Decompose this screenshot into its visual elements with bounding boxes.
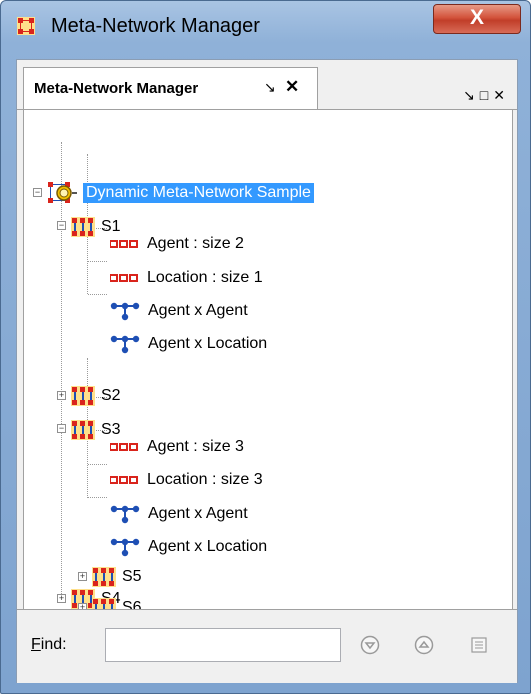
find-bar: Find: (17, 609, 517, 683)
tree-root-label: Dynamic Meta-Network Sample (83, 183, 314, 203)
pin-icon[interactable]: ↘ (264, 79, 276, 96)
list-icon[interactable] (468, 634, 490, 656)
tree-node-s5[interactable]: S5 (92, 563, 142, 591)
up-arrow-circle-icon[interactable] (413, 634, 435, 656)
nodeset-icon (110, 443, 138, 451)
find-label: Find: (31, 636, 67, 653)
find-input[interactable] (105, 628, 341, 662)
window-title: Meta-Network Manager (51, 15, 260, 37)
tree-view[interactable]: − Dynamic Meta-Network Sample − S1 Agent… (23, 110, 513, 609)
metanetwork-icon (71, 217, 95, 237)
tree-leaf[interactable]: Agent x Location (110, 330, 267, 358)
panel-controls: ↘ □ ✕ (460, 87, 507, 104)
tab-label: Meta-Network Manager (34, 80, 199, 97)
tree-leaf[interactable]: Agent x Agent (110, 500, 248, 528)
tab-meta-network-manager[interactable]: Meta-Network Manager ↘ ✕ (23, 67, 318, 110)
root-collapse-toggle[interactable]: − (33, 188, 42, 197)
network-icon (110, 302, 140, 321)
network-label: Agent x Agent (148, 505, 248, 522)
tree-line (88, 497, 107, 498)
nodeset-label: Agent : size 2 (147, 235, 244, 252)
app-window: Meta-Network Manager X Meta-Network Mana… (0, 0, 531, 694)
tree-leaf[interactable]: Location : size 3 (110, 466, 263, 494)
nodeset-label: Location : size 1 (147, 269, 263, 286)
close-icon: X (469, 6, 484, 29)
nodeset-icon (110, 274, 138, 282)
network-label: Agent x Location (148, 538, 268, 555)
s3-collapse-toggle[interactable]: − (57, 424, 66, 433)
tree-leaf[interactable]: Agent : size 3 (110, 433, 244, 461)
nodeset-icon (110, 476, 138, 484)
s1-collapse-toggle[interactable]: − (57, 221, 66, 230)
tree-root-row[interactable]: Dynamic Meta-Network Sample (46, 179, 314, 207)
network-label: S5 (122, 568, 142, 585)
network-label: Agent x Location (148, 335, 268, 352)
network-icon (110, 505, 140, 524)
tab-close-icon[interactable]: ✕ (285, 77, 299, 97)
metanetwork-icon (71, 386, 95, 406)
maximize-icon[interactable]: □ (480, 87, 490, 103)
tree-node-s2[interactable]: S2 (71, 382, 121, 410)
network-label: Agent x Agent (148, 302, 248, 319)
tree-leaf[interactable]: Location : size 1 (110, 264, 263, 292)
tree-leaf[interactable]: Agent x Location (110, 533, 267, 561)
s2-expand-toggle[interactable]: + (57, 391, 66, 400)
window-close-button[interactable]: X (433, 4, 521, 34)
title-bar[interactable]: Meta-Network Manager X (1, 1, 530, 49)
s4-expand-toggle[interactable]: + (57, 594, 66, 603)
manager-panel: Meta-Network Manager ↘ ✕ ↘ □ ✕ − Dynamic… (16, 59, 518, 683)
network-icon (110, 335, 140, 354)
tree-leaf[interactable]: Agent x Agent (110, 297, 248, 325)
panel-header: Meta-Network Manager ↘ ✕ ↘ □ ✕ (17, 60, 517, 110)
tree-leaf[interactable]: Agent : size 2 (110, 230, 244, 258)
nodeset-label: Agent : size 3 (147, 438, 244, 455)
nodeset-label: Location : size 3 (147, 471, 263, 488)
nodeset-icon (110, 240, 138, 248)
metanetwork-icon (17, 17, 35, 35)
tree-line (88, 294, 107, 295)
restore-icon[interactable]: ↘ (463, 87, 477, 104)
metanetwork-icon (92, 567, 116, 587)
network-label: S2 (101, 387, 121, 404)
metanetwork-icon (71, 420, 95, 440)
dynamic-metanetwork-icon (48, 182, 77, 203)
s5-expand-toggle[interactable]: + (78, 572, 87, 581)
panel-close-icon[interactable]: ✕ (493, 87, 507, 104)
network-icon (110, 538, 140, 557)
tree-line (61, 142, 62, 594)
down-arrow-circle-icon[interactable] (359, 634, 381, 656)
tree-line (88, 464, 107, 465)
tree-line (88, 261, 107, 262)
